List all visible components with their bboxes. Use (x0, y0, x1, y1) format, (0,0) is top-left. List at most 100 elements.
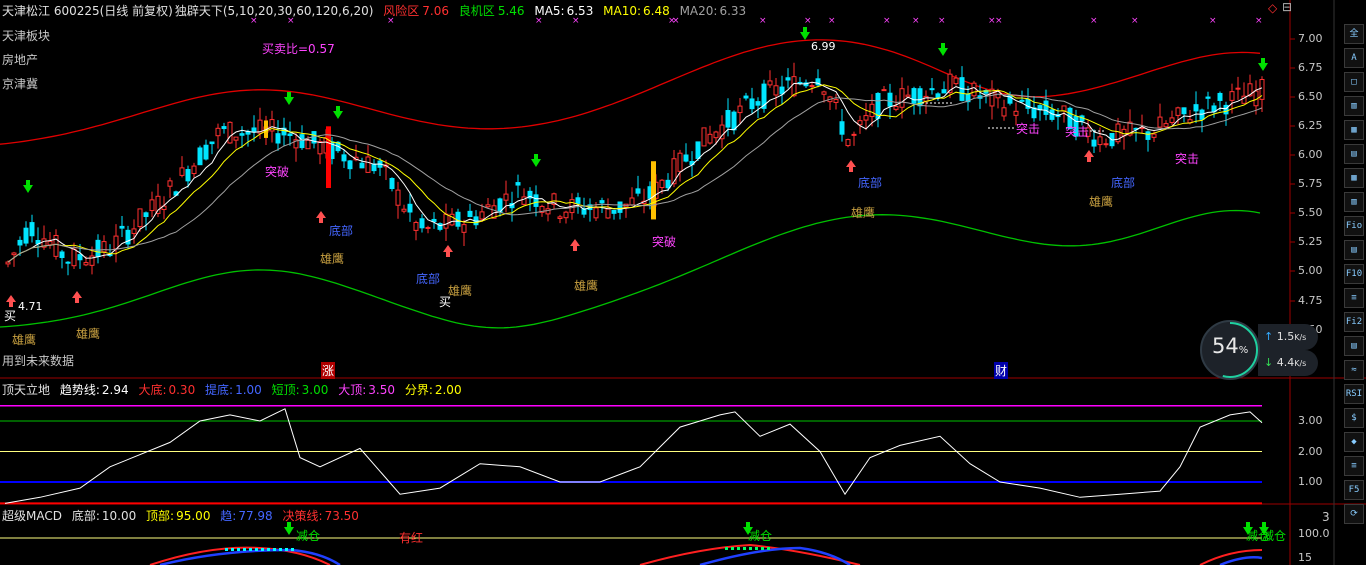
candle-body (725, 110, 731, 128)
future-data-note: 用到未来数据 (2, 354, 75, 368)
candle-body (197, 147, 203, 166)
trend-label: 趋势线: (59, 383, 100, 397)
macd-dot (743, 547, 746, 550)
candle-body (791, 76, 797, 97)
toolbar-button[interactable]: ▤ (1344, 336, 1364, 356)
ma5-value: 6.53 (566, 4, 594, 18)
limit-up-mark[interactable]: 涨 (321, 362, 336, 379)
macd-dot (279, 548, 282, 551)
toolbar-button[interactable]: ▥ (1344, 96, 1364, 116)
top-marker: × (1255, 16, 1263, 26)
toolbar-button[interactable]: Fio (1344, 216, 1364, 236)
macd-dot (243, 548, 246, 551)
toolbar-button[interactable]: RSI (1344, 384, 1364, 404)
dadi-value: 0.30 (168, 383, 196, 397)
toolbar-button[interactable]: A (1344, 48, 1364, 68)
macd-dot (285, 548, 288, 551)
toolbar-button[interactable]: □ (1344, 72, 1364, 92)
top-marker: × (912, 16, 920, 26)
toolbar-button[interactable]: 全 (1344, 24, 1364, 44)
toolbar-button[interactable]: $ (1344, 408, 1364, 428)
toolbar-button[interactable]: ▤ (1344, 144, 1364, 164)
top-marker: × (804, 16, 812, 26)
good-label: 良机区 (458, 4, 495, 18)
toolbar-button[interactable]: ▤ (1344, 240, 1364, 260)
toolbar-button[interactable]: ≈ (1344, 360, 1364, 380)
tidi-value: 1.00 (235, 383, 262, 397)
buy-arrow-icon (443, 245, 453, 257)
signal-label: 雄鹰 (12, 333, 37, 347)
window-controls-icon[interactable]: ⊟ (1282, 0, 1292, 14)
candle-body (461, 224, 467, 233)
right-toolbar: 全 A □ ▥ ▦ ▤ ▦ ▥ Fio ▤ F10 ≡ Fi2 ▤ ≈ RSI $ ◆ ≡ F5 ⟳ (1342, 22, 1364, 528)
sector-item[interactable]: 房地产 (2, 48, 50, 72)
candle-body (1151, 133, 1157, 138)
download-arrow-icon: ↓ (1264, 356, 1274, 369)
gauge-arc (1202, 322, 1258, 378)
sell-arrow-icon (23, 180, 33, 193)
stock-chart[interactable]: × × × × × ×× × × × × × × × × × × × × (0, 0, 1366, 565)
candle-body (899, 88, 905, 108)
candle-body (851, 133, 857, 136)
toolbar-button[interactable]: ▦ (1344, 168, 1364, 188)
toolbar-button[interactable]: ▦ (1344, 120, 1364, 140)
candle-body (785, 77, 791, 81)
toolbar-button[interactable]: ⟳ (1344, 504, 1364, 524)
dingbu-label: 顶部: (146, 509, 175, 523)
dibu-value: 10.00 (101, 509, 137, 523)
sell-arrow-icon (938, 43, 948, 56)
candle-body (941, 89, 947, 94)
candle-body (101, 241, 107, 253)
toolbar-button[interactable]: F10 (1344, 264, 1364, 284)
risk-label: 风险区 (383, 4, 420, 18)
candle-body (401, 208, 407, 212)
candle-body (651, 161, 656, 220)
candle-body (239, 133, 245, 136)
toolbar-button[interactable]: ≡ (1344, 456, 1364, 476)
candle-body (77, 254, 83, 261)
candle-body (989, 88, 995, 107)
candle-body (731, 111, 737, 131)
candle-body (767, 80, 773, 86)
toolbar-button[interactable]: ≡ (1344, 288, 1364, 308)
top-marker: × (759, 16, 767, 26)
toolbar-button[interactable]: ◆ (1344, 432, 1364, 452)
settings-icon[interactable]: ◇ (1268, 1, 1277, 15)
axis-tick-label: 5.50 (1298, 206, 1323, 219)
candle-body (467, 210, 473, 217)
ma10-label: MA10: (603, 4, 642, 18)
signal-label: 突击 (1065, 125, 1090, 139)
sector-item[interactable]: 天津板块 (2, 24, 50, 48)
ma20-label: MA20: (679, 4, 718, 18)
indicator-name: 独辟天下(5,10,20,30,60,120,6,20) (174, 4, 374, 18)
toolbar-button[interactable]: ▥ (1344, 192, 1364, 212)
sector-item[interactable]: 京津冀 (2, 72, 50, 96)
candle-body (5, 261, 11, 265)
download-speed: ↓ 4.4K/s (1258, 350, 1318, 376)
candle-body (341, 154, 347, 162)
candle-body (893, 105, 899, 110)
finance-mark[interactable]: 财 (994, 362, 1009, 379)
jueci-value: 73.50 (324, 509, 359, 523)
indicator2-title: 超级MACD (2, 509, 62, 523)
macd-dot (755, 547, 758, 550)
signal-label: 雄鹰 (76, 327, 101, 341)
candle-body (1205, 96, 1211, 99)
axis-tick-label: 6.25 (1298, 119, 1323, 132)
dibu-label: 底部: (71, 509, 100, 523)
macd-dot (249, 548, 252, 551)
axis-tick-label: 6.75 (1298, 61, 1323, 74)
candle-body (659, 179, 665, 189)
toolbar-button[interactable]: Fi2 (1344, 312, 1364, 332)
candle-body (707, 133, 713, 144)
signal-label: 底部 (416, 272, 441, 286)
candle-body (665, 179, 671, 189)
toolbar-button[interactable]: F5 (1344, 480, 1364, 500)
candle-body (821, 91, 827, 95)
candle-body (479, 211, 485, 220)
dadi-label: 大底: (138, 383, 167, 397)
candle-body (695, 141, 701, 159)
candle-body (683, 154, 689, 162)
candle-body (515, 182, 521, 186)
network-speed-widget[interactable]: ↑ 1.5K/s ↓ 4.4K/s 54% (1200, 320, 1320, 380)
